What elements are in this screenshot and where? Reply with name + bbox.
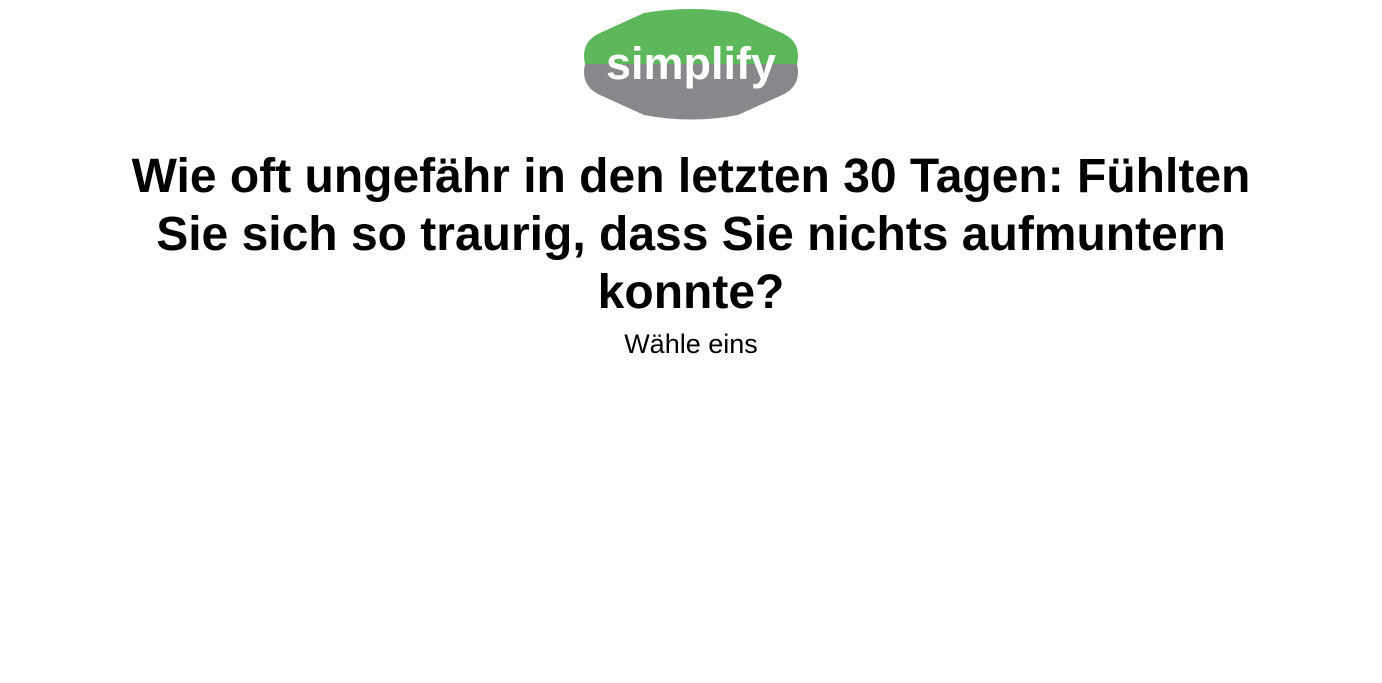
- simplify-logo: simplify: [582, 9, 800, 120]
- question-title: Wie oft ungefähr in den letzten 30 Tagen…: [131, 150, 1251, 319]
- instruction-text: Wähle eins: [624, 329, 758, 359]
- logo-text: simplify: [606, 38, 776, 89]
- survey-page: simplify Wie oft ungefähr in den letzten…: [0, 0, 1382, 683]
